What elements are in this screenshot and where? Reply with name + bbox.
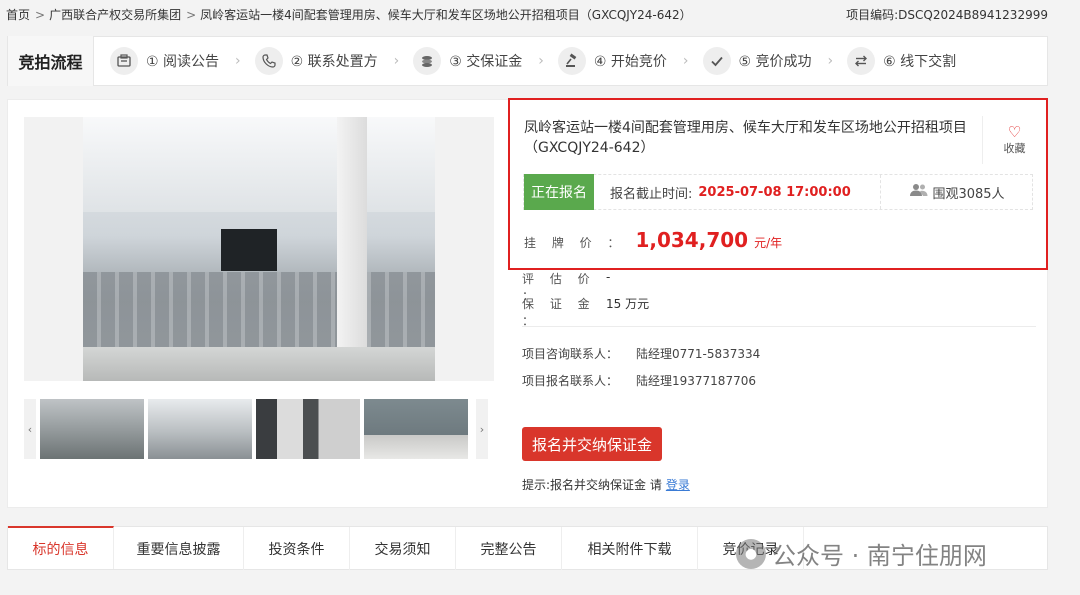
listing-panel: ‹ › 凤岭客运站一楼4间配套管理用房、候车大厅和发车区场地公开招租项目（GXC… bbox=[7, 98, 1048, 508]
tab-investment-conditions[interactable]: 投资条件 bbox=[244, 527, 350, 570]
price-value: 1,034,700 bbox=[635, 228, 749, 252]
listing-price-row: 挂 牌 价 ： 1,034,700 元/年 bbox=[524, 228, 782, 252]
breadcrumb: 首页 > 广西联合产权交易所集团 > 凤岭客运站一楼4间配套管理用房、候车大厅和发车区场… bbox=[6, 6, 695, 23]
watermark-text: 公众号 · 南宁住朋网 bbox=[772, 542, 987, 570]
users-icon bbox=[910, 183, 928, 201]
chevron-right-icon: › bbox=[827, 53, 834, 69]
chevron-right-icon: › bbox=[235, 53, 241, 69]
photo-screen bbox=[221, 229, 277, 271]
thumbnail-prev-button[interactable]: ‹ bbox=[24, 399, 36, 459]
signup-contact-label: 项目报名联系人： bbox=[522, 374, 619, 388]
coins-icon bbox=[413, 47, 442, 75]
favorite-label: 收藏 bbox=[1003, 142, 1026, 155]
consult-contact-row: 项目咨询联系人： 陆经理0771-5837334 bbox=[522, 345, 760, 362]
listing-title: 凤岭客运站一楼4间配套管理用房、候车大厅和发车区场地公开招租项目（GXCQJY2… bbox=[524, 120, 967, 156]
photo-floor bbox=[83, 347, 435, 381]
step-bid-success[interactable]: ⑤ 竞价成功 bbox=[702, 47, 812, 75]
chevron-right-icon: › bbox=[479, 422, 485, 436]
step-label: ⑥ 线下交割 bbox=[883, 54, 957, 70]
favorite-button[interactable]: ♡ 收藏 bbox=[982, 116, 1046, 164]
photo-seats bbox=[83, 272, 435, 352]
breadcrumb-separator: > bbox=[35, 8, 46, 22]
watermark: ● 公众号 · 南宁住朋网 bbox=[736, 536, 987, 571]
tab-disclosure[interactable]: 重要信息披露 bbox=[114, 527, 244, 570]
chevron-right-icon: › bbox=[682, 53, 689, 69]
photo-ceiling bbox=[83, 117, 435, 212]
step-offline-delivery[interactable]: ⑥ 线下交割 bbox=[847, 47, 956, 75]
heart-icon: ♡ bbox=[1007, 123, 1022, 141]
step-label: ⑤ 竞价成功 bbox=[738, 54, 812, 70]
tab-attachments[interactable]: 相关附件下载 bbox=[562, 527, 698, 570]
tab-subject-info[interactable]: 标的信息 bbox=[8, 526, 114, 569]
document-icon bbox=[110, 47, 138, 75]
thumbnail-image[interactable] bbox=[40, 399, 144, 459]
breadcrumb-separator: > bbox=[186, 8, 197, 22]
divider bbox=[522, 326, 1036, 327]
swap-icon bbox=[847, 47, 876, 75]
step-label: ② 联系处置方 bbox=[290, 54, 378, 70]
check-icon bbox=[702, 47, 731, 75]
tip-text: 提示:报名并交纳保证金 请 bbox=[522, 478, 662, 492]
consult-contact-label: 项目咨询联系人： bbox=[522, 347, 619, 361]
tab-trading-notes[interactable]: 交易须知 bbox=[350, 527, 456, 570]
consult-contact-value: 陆经理0771-5837334 bbox=[636, 347, 761, 361]
bidding-flow-bar: 竞拍流程 ① 阅读公告 › ② 联系处置方 › ③ 交保证金 › ④ 开始竞价 … bbox=[7, 36, 1048, 86]
main-photo-frame bbox=[24, 117, 494, 381]
waiting-hall-photo[interactable] bbox=[83, 117, 435, 381]
chevron-right-icon: › bbox=[393, 53, 400, 69]
signup-contact-value: 陆经理19377187706 bbox=[636, 374, 756, 388]
flow-steps: ① 阅读公告 › ② 联系处置方 › ③ 交保证金 › ④ 开始竞价 › ⑤ 竞… bbox=[110, 47, 956, 75]
login-tip: 提示:报名并交纳保证金 请登录 bbox=[522, 476, 690, 493]
deposit-row: 保 证 金 ： 15 万元 bbox=[522, 295, 649, 329]
thumbnail-image[interactable] bbox=[364, 399, 468, 459]
breadcrumb-current: 凤岭客运站一楼4间配套管理用房、候车大厅和发车区场地公开招租项目（GXCQJY2… bbox=[200, 8, 692, 22]
thumbnail-next-button[interactable]: › bbox=[476, 399, 488, 459]
project-code: 项目编码:DSCQ2024B8941232999 bbox=[846, 8, 1048, 22]
price-unit: 元/年 bbox=[754, 236, 783, 250]
chevron-right-icon: › bbox=[538, 53, 544, 69]
price-label: 挂 牌 价 ： bbox=[524, 236, 626, 250]
step-label: ① 阅读公告 bbox=[146, 54, 220, 70]
wechat-icon: ● bbox=[736, 538, 766, 569]
step-pay-deposit[interactable]: ③ 交保证金 bbox=[413, 47, 522, 75]
thumbnail-strip: ‹ › bbox=[24, 398, 494, 460]
thumbnail-image[interactable] bbox=[256, 399, 360, 459]
step-contact-owner[interactable]: ② 联系处置方 bbox=[254, 47, 378, 75]
gavel-icon bbox=[557, 47, 586, 75]
step-label: ③ 交保证金 bbox=[449, 54, 523, 70]
listing-summary-box: 凤岭客运站一楼4间配套管理用房、候车大厅和发车区场地公开招租项目（GXCQJY2… bbox=[508, 98, 1048, 270]
watchers-count: 围观3085人 bbox=[880, 175, 1034, 209]
login-link[interactable]: 登录 bbox=[666, 478, 690, 492]
phone-icon bbox=[254, 47, 283, 75]
tab-full-announcement[interactable]: 完整公告 bbox=[456, 527, 562, 570]
deadline-label: 报名截止时间: bbox=[610, 186, 693, 202]
chevron-left-icon: ‹ bbox=[27, 422, 33, 436]
photo-pillar bbox=[337, 117, 367, 381]
status-row: 正在报名 报名截止时间: 2025-07-08 17:00:00 围观3085人 bbox=[523, 174, 1033, 210]
signup-contact-row: 项目报名联系人： 陆经理19377187706 bbox=[522, 372, 756, 389]
step-label: ④ 开始竞价 bbox=[593, 54, 667, 70]
watchers-label: 围观3085人 bbox=[932, 186, 1005, 202]
breadcrumb-group[interactable]: 广西联合产权交易所集团 bbox=[49, 8, 181, 22]
step-read-notice[interactable]: ① 阅读公告 bbox=[110, 47, 219, 75]
signup-pay-deposit-button[interactable]: 报名并交纳保证金 bbox=[522, 427, 662, 461]
deadline-value: 2025-07-08 17:00:00 bbox=[698, 184, 851, 200]
status-badge: 正在报名 bbox=[524, 174, 594, 210]
step-start-bidding[interactable]: ④ 开始竞价 bbox=[557, 47, 667, 75]
flow-title: 竞拍流程 bbox=[8, 36, 94, 86]
deposit-value: 15 万元 bbox=[606, 297, 650, 311]
deposit-label: 保 证 金 ： bbox=[522, 297, 596, 328]
thumbnail-image[interactable] bbox=[148, 399, 252, 459]
breadcrumb-home[interactable]: 首页 bbox=[6, 8, 30, 22]
